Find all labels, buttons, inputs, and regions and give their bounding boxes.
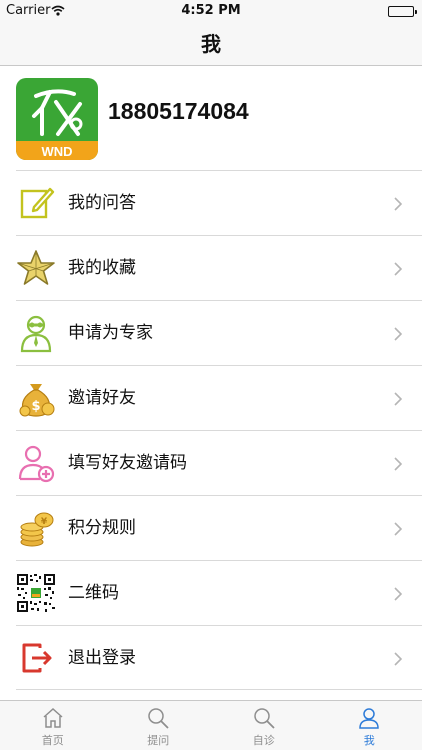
menu-item-favorites[interactable]: 我的收藏 (16, 235, 422, 300)
navigation-bar: 我 (0, 22, 422, 66)
chevron-right-icon (394, 326, 403, 345)
menu-item-enter-invite-code[interactable]: 填写好友邀请码 (16, 430, 422, 495)
chevron-right-icon (394, 651, 403, 670)
page-title: 我 (201, 32, 221, 56)
menu-label: 填写好友邀请码 (68, 453, 187, 473)
tab-label: 提问 (147, 734, 170, 747)
battery-icon (388, 6, 417, 17)
chevron-right-icon (394, 586, 403, 605)
add-user-icon (16, 443, 56, 483)
chevron-right-icon (394, 196, 403, 215)
menu-label: 二维码 (68, 583, 119, 603)
menu-item-logout[interactable]: 退出登录 (16, 625, 422, 690)
svg-text:¥: ¥ (41, 517, 48, 527)
chevron-right-icon (394, 391, 403, 410)
status-time: 4:52 PM (181, 3, 241, 18)
tab-me[interactable]: 我 (317, 701, 422, 750)
menu-label: 我的收藏 (68, 258, 136, 278)
tab-label: 自诊 (252, 734, 275, 747)
app-logo: WND (16, 78, 98, 160)
chevron-right-icon (394, 261, 403, 280)
qr-code-icon (16, 573, 56, 613)
expert-person-icon (16, 313, 56, 353)
tab-ask[interactable]: 提问 (106, 701, 212, 750)
menu-label: 退出登录 (68, 648, 136, 668)
person-icon (357, 706, 381, 730)
menu-label: 我的问答 (68, 193, 136, 213)
tab-label: 我 (363, 734, 375, 747)
coin-stack-icon: ¥ (16, 508, 56, 548)
menu-label: 邀请好友 (68, 388, 136, 408)
tab-home[interactable]: 首页 (0, 701, 106, 750)
menu-item-qr-code[interactable]: 二维码 (16, 560, 422, 625)
tab-bar: 首页 提问 自诊 我 (0, 700, 422, 750)
tab-label: 首页 (41, 734, 64, 747)
search-icon (252, 706, 276, 730)
logout-icon (16, 638, 56, 678)
status-bar: Carrier 4:52 PM (0, 0, 422, 22)
menu-label: 积分规则 (68, 518, 136, 538)
chevron-right-icon (394, 521, 403, 540)
menu-item-invite-friends[interactable]: $ 邀请好友 (16, 365, 422, 430)
menu-item-apply-expert[interactable]: 申请为专家 (16, 300, 422, 365)
tab-self-diagnose[interactable]: 自诊 (211, 701, 317, 750)
menu-label: 申请为专家 (68, 323, 153, 343)
menu-item-my-qa[interactable]: 我的问答 (16, 170, 422, 235)
user-phone: 18805174084 (108, 98, 249, 124)
search-icon (146, 706, 170, 730)
profile-header[interactable]: WND 18805174084 (0, 66, 422, 170)
money-bag-icon: $ (16, 378, 56, 418)
logo-text: WND (41, 144, 72, 159)
star-icon (16, 248, 56, 288)
edit-note-icon (16, 183, 56, 223)
svg-text:$: $ (31, 399, 40, 414)
menu-list: 我的问答 我的收藏 申请为专家 $ 邀请好友 填写好友邀请码 ¥ 积分规则 二维… (0, 170, 422, 690)
menu-item-points-rules[interactable]: ¥ 积分规则 (16, 495, 422, 560)
chevron-right-icon (394, 456, 403, 475)
home-icon (41, 706, 65, 730)
